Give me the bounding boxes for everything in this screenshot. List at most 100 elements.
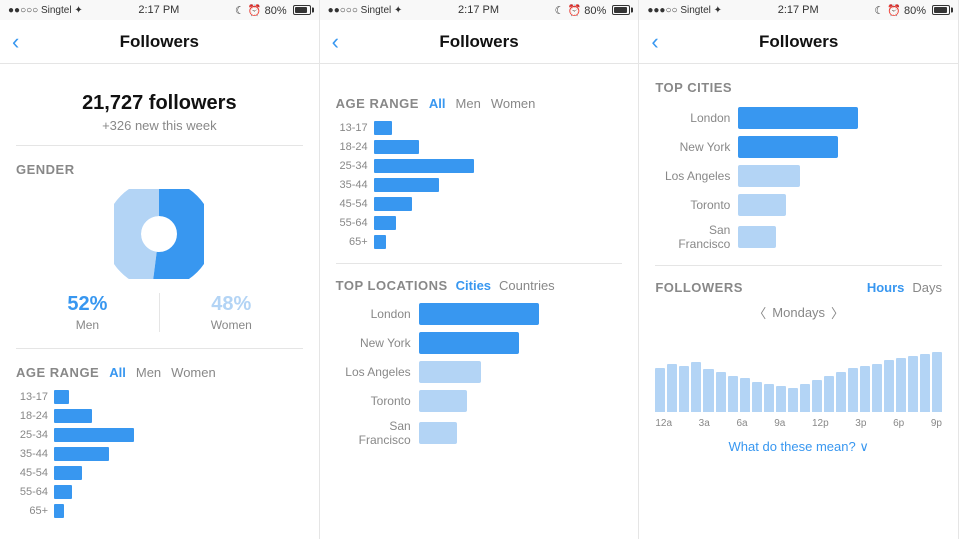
- bar-label: 25-34: [16, 429, 48, 441]
- bar-fill: [54, 409, 92, 423]
- chart-bar: [752, 382, 762, 412]
- age-section-2: AGE RANGE All Men Women 13-17 18-24 25-3…: [336, 96, 623, 249]
- chart-bar: [812, 380, 822, 412]
- panel-2-content: AGE RANGE All Men Women 13-17 18-24 25-3…: [320, 64, 639, 539]
- city-bar-row: San Francisco: [655, 223, 942, 251]
- bar-fill: [374, 235, 386, 249]
- chart-bar: [800, 384, 810, 412]
- page-title-1: Followers: [120, 32, 199, 52]
- followers-section-label: FOLLOWERS: [655, 280, 743, 295]
- men-stat: 52% Men: [16, 293, 160, 332]
- bar-fill: [374, 140, 419, 154]
- location-bar-row: New York: [336, 332, 623, 354]
- location-bar-fill: [419, 361, 481, 383]
- city-bar-fill: [738, 107, 858, 129]
- nav-header-2: ‹ Followers: [320, 20, 639, 64]
- age-bar-row: 45-54: [336, 197, 623, 211]
- followers-new: +326 new this week: [16, 118, 303, 133]
- city-bar-fill: [738, 165, 800, 187]
- chart-bar: [716, 372, 726, 412]
- bar-track: [374, 197, 623, 211]
- bar-fill: [54, 485, 72, 499]
- bar-label: 18-24: [16, 410, 48, 422]
- age-bar-row: 25-34: [16, 428, 303, 442]
- city-bar-fill: [738, 194, 786, 216]
- age-filter-row-2: AGE RANGE All Men Women: [336, 96, 623, 111]
- chart-bar: [860, 366, 870, 412]
- age-filter-men-2[interactable]: Men: [456, 96, 481, 111]
- divider-2: [336, 263, 623, 264]
- age-filter-all-1[interactable]: All: [109, 365, 126, 380]
- bar-track: [54, 409, 303, 423]
- bar-fill: [54, 428, 134, 442]
- city-bar-fill: [738, 226, 776, 248]
- bar-track: [54, 428, 303, 442]
- age-bar-row: 65+: [16, 504, 303, 518]
- bar-fill: [374, 178, 439, 192]
- bar-label: 25-34: [336, 160, 368, 172]
- age-bar-row: 35-44: [336, 178, 623, 192]
- age-filter-all-2[interactable]: All: [429, 96, 446, 111]
- bar-fill: [374, 159, 474, 173]
- chart-bar: [728, 376, 738, 412]
- location-bar-row: London: [336, 303, 623, 325]
- age-range-label-1: AGE RANGE: [16, 365, 99, 380]
- battery-icon-3: [932, 5, 950, 15]
- hours-filter[interactable]: Hours: [867, 280, 905, 295]
- time-label: 12p: [812, 418, 829, 429]
- city-name: Toronto: [655, 198, 730, 212]
- cities-filter[interactable]: Cities: [456, 278, 491, 293]
- chart-bar: [824, 376, 834, 412]
- page-title-2: Followers: [439, 32, 518, 52]
- bar-label: 35-44: [16, 448, 48, 460]
- location-name: Toronto: [336, 394, 411, 408]
- followers-filter-row: FOLLOWERS Hours Days: [655, 280, 942, 295]
- bar-label: 55-64: [336, 217, 368, 229]
- bar-track: [54, 504, 303, 518]
- prev-day[interactable]: 〈: [753, 303, 766, 322]
- current-day: Mondays: [772, 305, 825, 320]
- gender-label: GENDER: [16, 162, 303, 177]
- age-bar-row: 18-24: [16, 409, 303, 423]
- battery-area-3: ☾ ⏰ 80%: [874, 4, 950, 17]
- time-label: 6a: [736, 418, 747, 429]
- city-bar-fill: [738, 136, 838, 158]
- time-3: 2:17 PM: [778, 4, 819, 16]
- back-button-1[interactable]: ‹: [12, 29, 19, 55]
- age-filter-women-1[interactable]: Women: [171, 365, 216, 380]
- bar-fill: [54, 504, 64, 518]
- age-filter-women-2[interactable]: Women: [491, 96, 536, 111]
- status-bar-3: ●●●○○ Singtel ✦ 2:17 PM ☾ ⏰ 80%: [639, 0, 958, 20]
- panel-3-content: TOP CITIES London New York Los Angeles T…: [639, 64, 958, 539]
- chart-bar: [655, 368, 665, 412]
- chart-bar: [667, 364, 677, 412]
- bar-label: 35-44: [336, 179, 368, 191]
- time-label: 3p: [855, 418, 866, 429]
- nav-header-1: ‹ Followers: [0, 20, 319, 64]
- countries-filter[interactable]: Countries: [499, 278, 555, 293]
- women-stat: 48% Women: [160, 293, 303, 332]
- age-filter-men-1[interactable]: Men: [136, 365, 161, 380]
- time-labels: 12a3a6a9a12p3p6p9p: [655, 418, 942, 429]
- days-filter[interactable]: Days: [912, 280, 942, 295]
- back-button-3[interactable]: ‹: [651, 29, 658, 55]
- back-button-2[interactable]: ‹: [332, 29, 339, 55]
- battery-icon-1: [293, 5, 311, 15]
- location-name: Los Angeles: [336, 365, 411, 379]
- carrier-1: ●●○○○ Singtel ✦: [8, 5, 83, 16]
- panel-1-content: 21,727 followers +326 new this week GEND…: [0, 64, 319, 539]
- chart-bar: [740, 378, 750, 412]
- age-bar-row: 25-34: [336, 159, 623, 173]
- bar-track: [374, 178, 623, 192]
- time-label: 12a: [655, 418, 672, 429]
- age-filter-row-1: AGE RANGE All Men Women: [16, 365, 303, 380]
- age-bar-row: 55-64: [16, 485, 303, 499]
- what-link[interactable]: What do these mean? ∨: [655, 439, 942, 455]
- location-bar-fill: [419, 422, 457, 444]
- bar-fill: [374, 216, 396, 230]
- age-bar-row: 45-54: [16, 466, 303, 480]
- bar-fill: [54, 447, 109, 461]
- next-day[interactable]: 〉: [831, 303, 844, 322]
- age-bar-row: 13-17: [16, 390, 303, 404]
- nav-header-3: ‹ Followers: [639, 20, 958, 64]
